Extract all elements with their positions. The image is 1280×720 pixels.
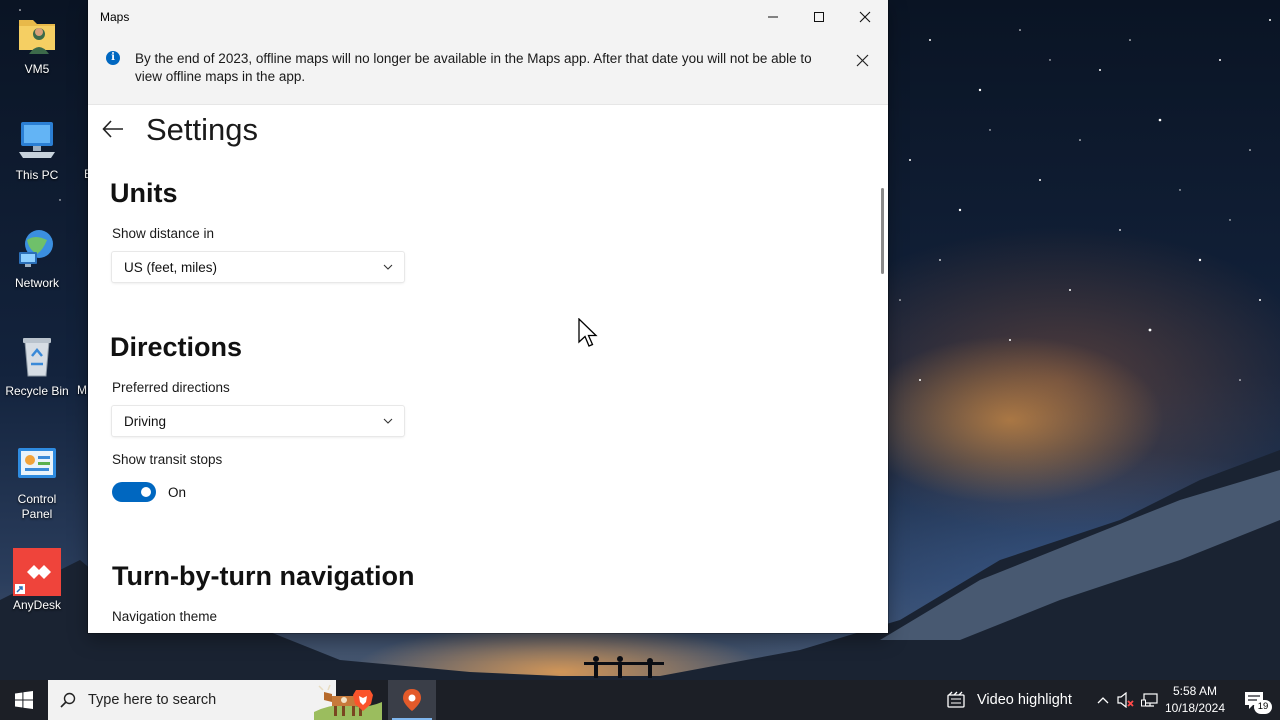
taskbar-search-box[interactable]: Type here to search: [48, 680, 382, 720]
notification-center-button[interactable]: 19: [1234, 680, 1274, 720]
search-placeholder: Type here to search: [88, 692, 217, 708]
folder-user-icon: [15, 12, 59, 56]
directions-heading: Directions: [110, 332, 243, 362]
search-icon: [60, 692, 76, 708]
taskbar-maps-button[interactable]: [388, 680, 436, 720]
toggle-state-label: On: [168, 485, 187, 500]
toggle-knob: [141, 487, 151, 497]
taskbar-brave-button[interactable]: [339, 680, 387, 720]
minimize-button[interactable]: [750, 0, 796, 34]
distance-units-dropdown[interactable]: US (feet, miles): [112, 252, 404, 282]
desktop-icon-label: This PC: [15, 168, 59, 182]
back-arrow-icon: [102, 120, 123, 138]
window-title: Maps: [100, 10, 130, 24]
close-icon: [856, 54, 868, 66]
recycle-bin-icon: [15, 334, 59, 378]
maps-window: Maps i By the end of 2023, offline maps …: [88, 0, 888, 633]
title-bar[interactable]: Maps: [88, 0, 888, 34]
chevron-down-icon: [383, 264, 393, 270]
start-button[interactable]: [0, 680, 48, 720]
chevron-down-icon: [383, 418, 393, 424]
desktop-icon-label: Control Panel: [17, 492, 57, 521]
close-window-button[interactable]: [842, 0, 888, 34]
dropdown-value: US (feet, miles): [124, 260, 218, 275]
video-highlight-widget[interactable]: Video highlight: [946, 680, 1072, 720]
mouse-cursor-icon: [578, 318, 598, 347]
offline-maps-notice: i By the end of 2023, offline maps will …: [88, 34, 888, 105]
notification-count-badge: 19: [1254, 700, 1272, 714]
network-button[interactable]: [1138, 680, 1162, 720]
desktop-icon-control-panel[interactable]: Control Panel: [0, 442, 74, 522]
desktop-icon-vm5[interactable]: VM5: [0, 12, 74, 77]
desktop-icon-label: Recycle Bin: [5, 384, 69, 398]
show-transit-stops-label: Show transit stops: [112, 452, 223, 467]
chevron-up-icon: [1097, 697, 1109, 704]
desktop-icon-label: VM5: [24, 62, 50, 76]
computer-icon: [15, 118, 59, 162]
video-highlight-label: Video highlight: [977, 692, 1072, 708]
dismiss-notice-button[interactable]: [850, 48, 874, 72]
close-icon: [859, 11, 871, 23]
navigation-theme-label: Navigation theme: [112, 609, 218, 624]
show-distance-label: Show distance in: [112, 226, 215, 241]
volume-muted-icon: [1117, 692, 1134, 708]
desktop-icon-label: Network: [14, 276, 59, 290]
anydesk-icon: [13, 548, 61, 596]
dropdown-value: Driving: [124, 414, 167, 429]
maximize-button[interactable]: [796, 0, 842, 34]
clipped-desktop-label: M: [77, 383, 87, 397]
clock-date: 10/18/2024: [1164, 701, 1226, 715]
desktop-icon-this-pc[interactable]: This PC: [0, 118, 74, 183]
page-title: Settings: [146, 112, 259, 147]
maximize-icon: [814, 12, 824, 22]
windows-logo-icon: [15, 691, 33, 709]
taskbar: Type here to search Video highlight 5:58…: [0, 680, 1280, 720]
preferred-directions-dropdown[interactable]: Driving: [112, 406, 404, 436]
transit-stops-toggle[interactable]: [112, 482, 156, 502]
notice-text: By the end of 2023, offline maps will no…: [135, 51, 812, 84]
desktop-icon-recycle-bin[interactable]: Recycle Bin: [0, 334, 74, 399]
desktop-icon-label: AnyDesk: [12, 598, 62, 612]
preferred-directions-label: Preferred directions: [112, 380, 230, 395]
globe-network-icon: [15, 226, 59, 270]
network-icon: [1141, 693, 1158, 707]
desktop-icon-anydesk[interactable]: AnyDesk: [0, 548, 74, 613]
map-pin-icon: [403, 689, 421, 711]
desktop-icon-network[interactable]: Network: [0, 226, 74, 291]
info-icon: i: [106, 51, 120, 65]
show-hidden-icons-button[interactable]: [1092, 680, 1114, 720]
brave-browser-icon: [353, 690, 373, 711]
back-button[interactable]: [98, 114, 128, 144]
turn-by-turn-heading: Turn-by-turn navigation: [112, 561, 415, 591]
control-panel-icon: [15, 442, 59, 486]
units-heading: Units: [110, 178, 178, 208]
volume-button[interactable]: [1114, 680, 1138, 720]
minimize-icon: [768, 16, 778, 18]
video-highlight-icon: [947, 691, 965, 708]
scrollbar-thumb[interactable]: [881, 188, 884, 274]
clock-time: 5:58 AM: [1172, 684, 1218, 698]
taskbar-clock[interactable]: 5:58 AM 10/18/2024: [1160, 683, 1230, 717]
